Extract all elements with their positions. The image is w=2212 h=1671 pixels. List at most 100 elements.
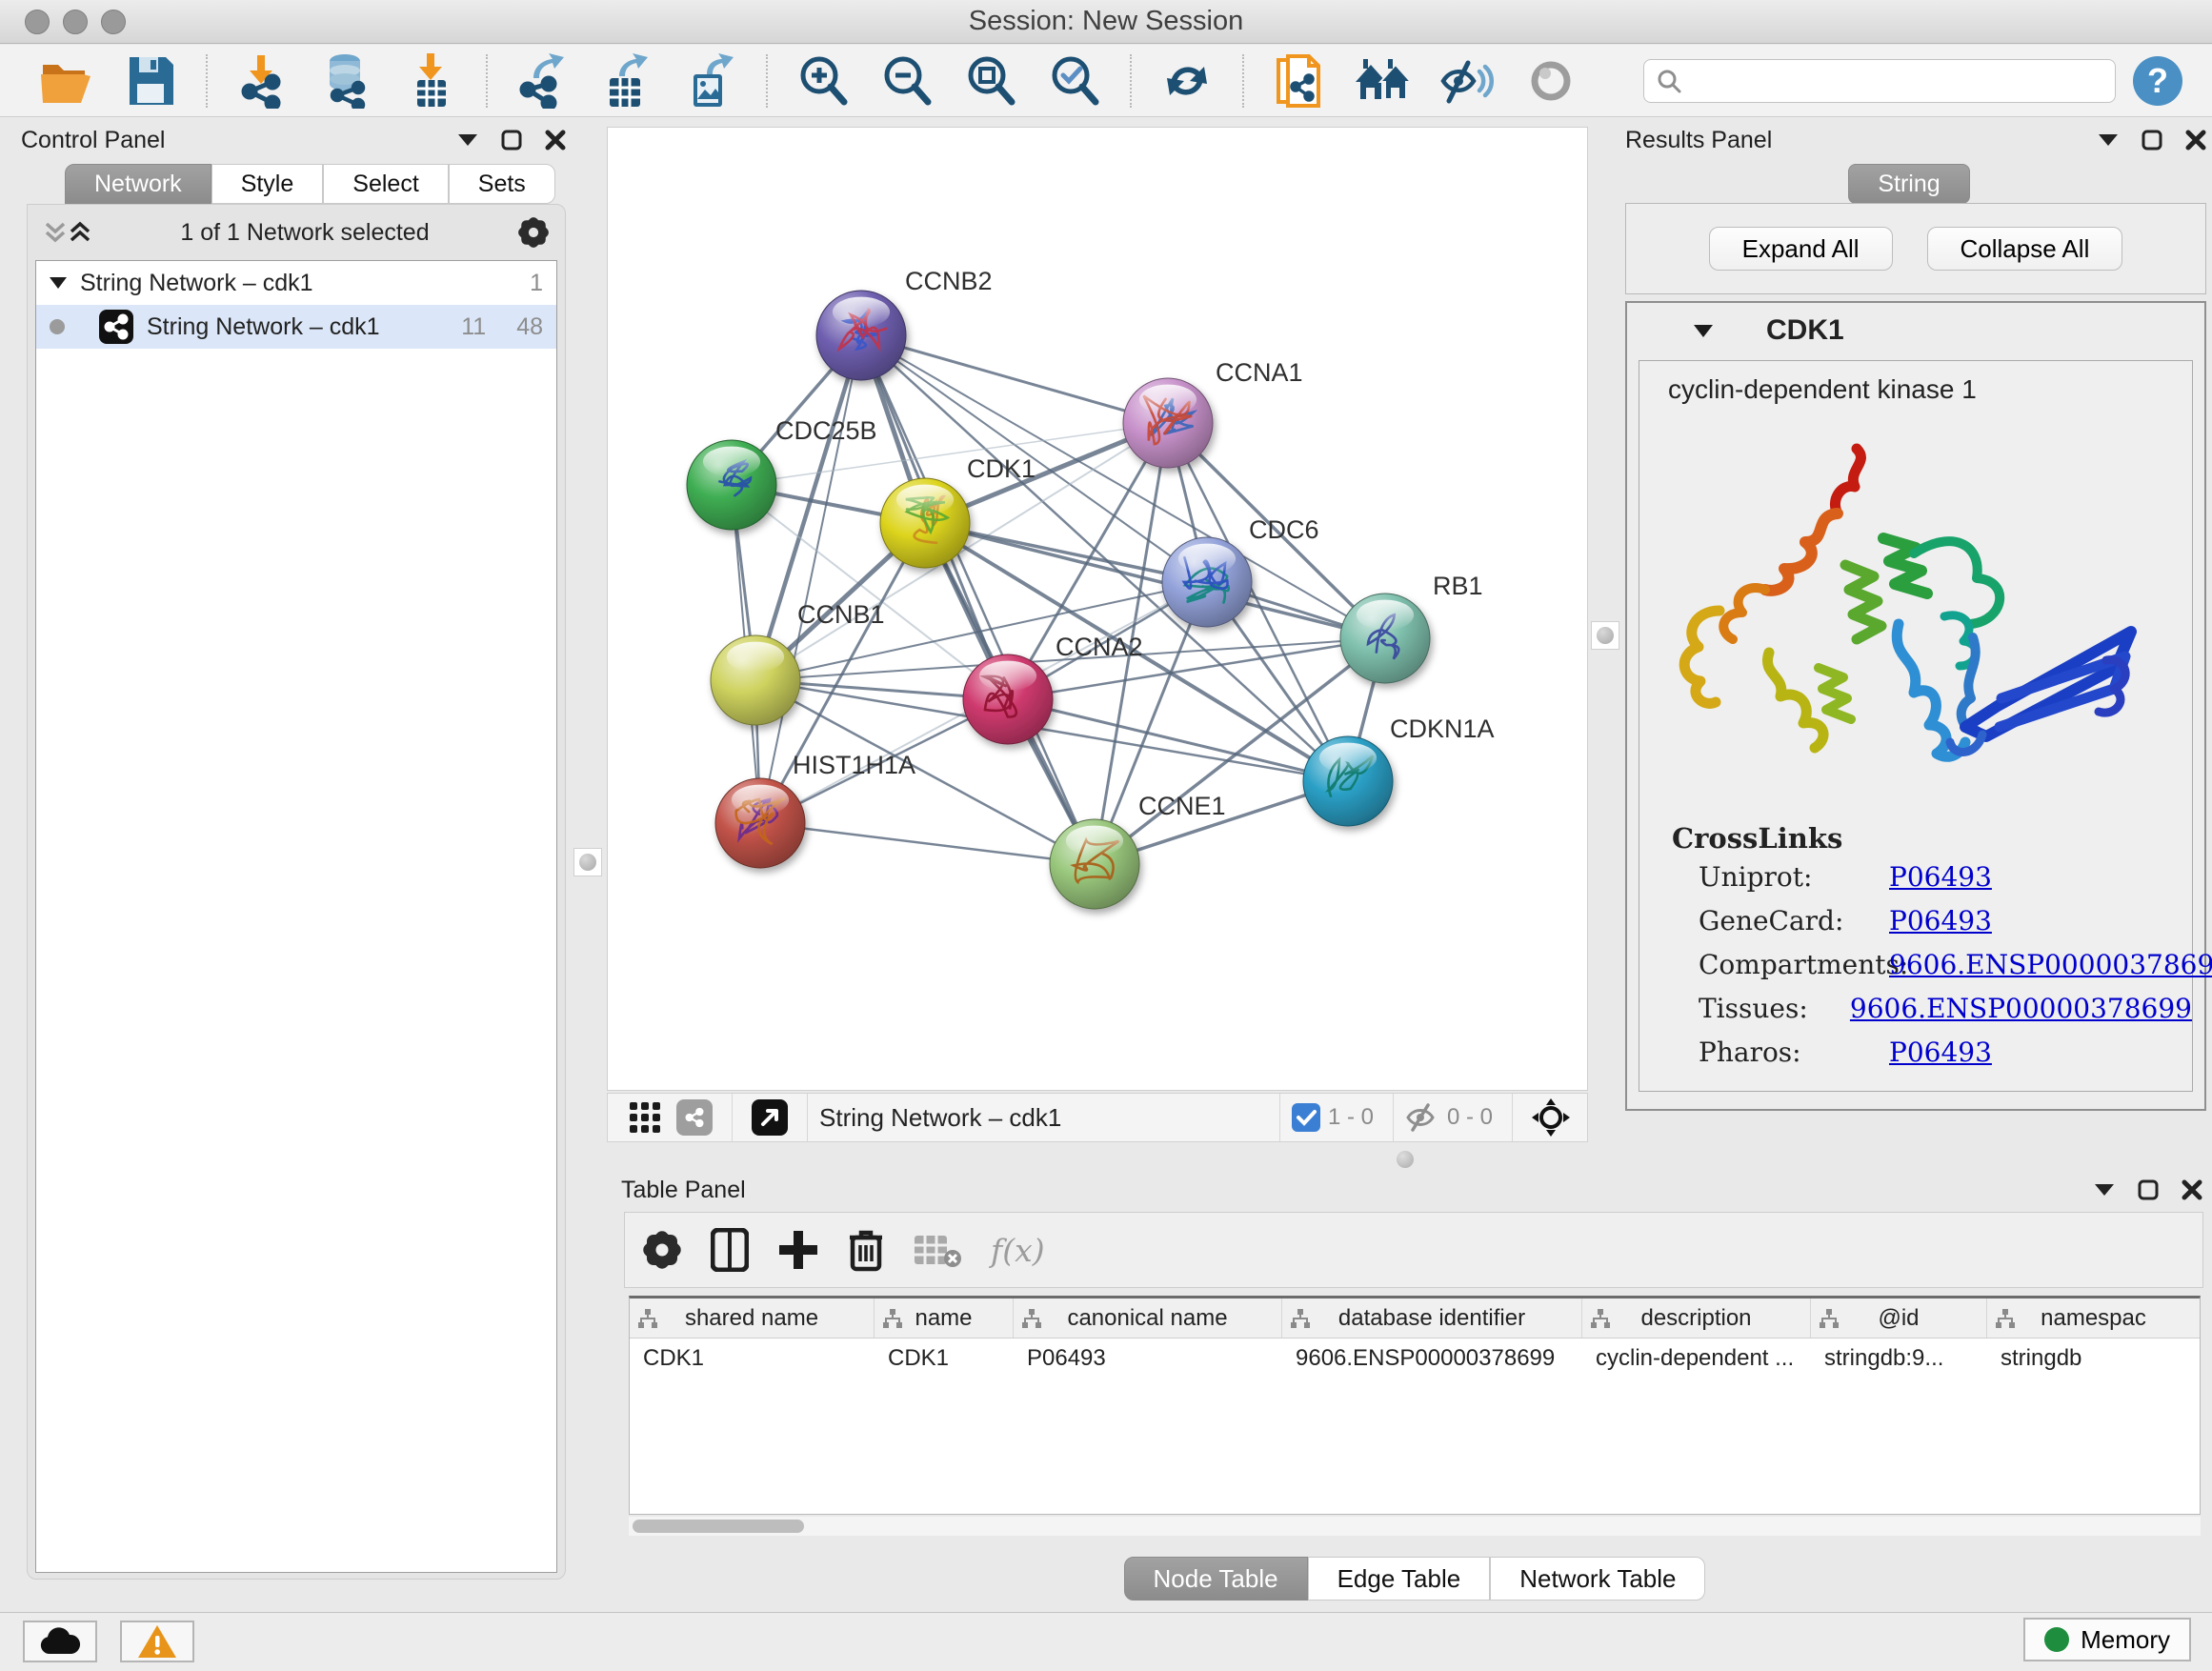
network-node-CCNB1[interactable]: CCNB1 [711, 600, 885, 725]
column-header-database-identifier[interactable]: database identifier [1282, 1299, 1582, 1338]
results-tab-string[interactable]: String [1848, 164, 1970, 204]
tab-network-table[interactable]: Network Table [1490, 1557, 1705, 1601]
warning-status-button[interactable] [120, 1621, 194, 1662]
network-node-HIST1H1A[interactable]: HIST1H1A [715, 751, 915, 868]
tab-sets[interactable]: Sets [449, 164, 555, 204]
scrollbar-thumb[interactable] [633, 1520, 804, 1533]
protein-name: CDK1 [1766, 314, 1844, 347]
panel-menu-icon[interactable] [457, 133, 478, 147]
column-header-id[interactable]: @id [1811, 1299, 1987, 1338]
vertical-splitter-handle[interactable] [1591, 621, 1619, 650]
network-row[interactable]: String Network – cdk1 11 48 [36, 305, 556, 349]
export-network-button[interactable] [513, 50, 573, 111]
panel-float-icon[interactable] [2142, 130, 2162, 151]
crosslink-row: Uniprot: P06493 [1639, 855, 2192, 898]
collapse-arrow-icon[interactable] [1694, 325, 1713, 337]
crosslink-uniprot-link[interactable]: P06493 [1889, 861, 1992, 893]
tab-edge-table[interactable]: Edge Table [1308, 1557, 1491, 1601]
column-header-namespace[interactable]: namespac [1987, 1299, 2200, 1338]
import-network-from-file-button[interactable] [233, 50, 292, 111]
fit-content-button[interactable] [1524, 1098, 1578, 1137]
column-header-shared-name[interactable]: shared name [630, 1299, 875, 1338]
tab-select[interactable]: Select [323, 164, 448, 204]
search-input[interactable] [1682, 68, 2103, 94]
string-panel-toggle-button[interactable] [669, 1099, 720, 1136]
crosslink-compartments-link[interactable]: 9606.ENSP00000378699 [1889, 949, 2212, 980]
share-document-button[interactable] [1270, 50, 1329, 111]
expand-all-button[interactable]: Expand All [1709, 227, 1893, 271]
columns-icon [711, 1228, 749, 1272]
show-all-button[interactable] [1521, 50, 1580, 111]
panel-float-icon[interactable] [501, 130, 522, 151]
protein-card-header[interactable]: CDK1 [1627, 303, 2204, 358]
network-node-CCNB2[interactable]: CCNB2 [816, 267, 993, 380]
crosslink-pharos-link[interactable]: P06493 [1889, 1037, 1992, 1068]
tab-network[interactable]: Network [65, 164, 211, 204]
show-columns-button[interactable] [711, 1228, 749, 1272]
network-node-CDC25B[interactable]: CDC25B [687, 416, 877, 530]
column-header-name[interactable]: name [875, 1299, 1014, 1338]
panel-close-icon[interactable] [2182, 1179, 2202, 1200]
zoom-fit-button[interactable] [961, 50, 1020, 111]
column-header-canonical-name[interactable]: canonical name [1014, 1299, 1282, 1338]
network-view-canvas[interactable]: CCNB2CCNA1CDC25BCDK1CDC6RB1CCNB1CCNA2CDK… [607, 127, 1588, 1091]
column-header-description[interactable]: description [1582, 1299, 1811, 1338]
zoom-selected-button[interactable] [1045, 50, 1104, 111]
network-collection-row[interactable]: String Network – cdk1 1 [36, 261, 556, 305]
panel-float-icon[interactable] [2138, 1179, 2159, 1200]
delete-table-button[interactable] [913, 1232, 962, 1268]
network-node-CDK1[interactable]: CDK1 [880, 454, 1036, 568]
collapse-all-networks-button[interactable] [43, 220, 68, 245]
table-row[interactable]: CDK1 CDK1 P06493 9606.ENSP00000378699 cy… [630, 1339, 2200, 1379]
horizontal-splitter-handle[interactable] [1397, 1151, 1414, 1168]
toolbar-separator [486, 54, 488, 108]
panel-menu-icon[interactable] [2098, 133, 2119, 147]
collapse-arrow-icon[interactable] [50, 277, 67, 289]
zoom-in-button[interactable] [794, 50, 853, 111]
results-panel-title: Results Panel [1625, 127, 1772, 154]
zoom-out-button[interactable] [877, 50, 936, 111]
network-row-label: String Network – cdk1 [147, 313, 380, 341]
open-session-button[interactable] [37, 50, 96, 111]
tab-node-table[interactable]: Node Table [1124, 1557, 1308, 1601]
network-node-CCNA1[interactable]: CCNA1 [1123, 358, 1303, 468]
vertical-splitter-handle[interactable] [573, 848, 602, 876]
network-edge-CCNB2-CCNE1[interactable] [861, 335, 1095, 864]
hide-selected-button[interactable] [1438, 50, 1497, 111]
network-node-RB1[interactable]: RB1 [1340, 572, 1483, 683]
import-network-from-database-button[interactable] [317, 50, 376, 111]
delete-column-button[interactable] [848, 1228, 884, 1272]
memory-status-button[interactable]: Memory [2023, 1618, 2191, 1661]
birds-eye-view-button[interactable] [621, 1101, 669, 1134]
save-session-button[interactable] [121, 50, 180, 111]
expand-all-networks-button[interactable] [68, 220, 92, 245]
table-options-button[interactable] [642, 1230, 682, 1270]
selected-checkbox-icon[interactable] [1292, 1103, 1320, 1132]
collapse-all-button[interactable]: Collapse All [1927, 227, 2123, 271]
network-node-CCNA2[interactable]: CCNA2 [963, 633, 1143, 744]
show-all-eye-icon [1527, 57, 1575, 105]
create-column-button[interactable] [777, 1229, 819, 1271]
function-builder-button[interactable]: f(x) [991, 1232, 1045, 1269]
crosslink-genecard-link[interactable]: P06493 [1889, 905, 1992, 936]
hidden-eye-icon[interactable] [1405, 1103, 1439, 1132]
table-horizontal-scrollbar[interactable] [629, 1517, 2201, 1536]
refresh-button[interactable] [1157, 50, 1217, 111]
open-in-browser-button[interactable] [744, 1099, 795, 1136]
network-options-gear-button[interactable] [517, 216, 550, 249]
network-node-CDKN1A[interactable]: CDKN1A [1303, 715, 1495, 826]
home-button[interactable] [1354, 50, 1413, 111]
panel-menu-icon[interactable] [2094, 1183, 2115, 1197]
export-image-button[interactable] [681, 50, 740, 111]
panel-close-icon[interactable] [545, 130, 566, 151]
zoom-out-icon [880, 54, 934, 108]
network-edge-CCNB2-CCNA1[interactable] [861, 335, 1168, 423]
cloud-status-button[interactable] [23, 1621, 97, 1662]
crosslink-tissues-link[interactable]: 9606.ENSP00000378699 [1850, 993, 2192, 1024]
help-button[interactable]: ? [2128, 50, 2187, 111]
panel-close-icon[interactable] [2185, 130, 2206, 151]
export-table-button[interactable] [597, 50, 656, 111]
network-edge-HIST1H1A-CCNE1[interactable] [760, 823, 1095, 864]
tab-style[interactable]: Style [211, 164, 324, 204]
import-table-from-file-button[interactable] [401, 50, 460, 111]
